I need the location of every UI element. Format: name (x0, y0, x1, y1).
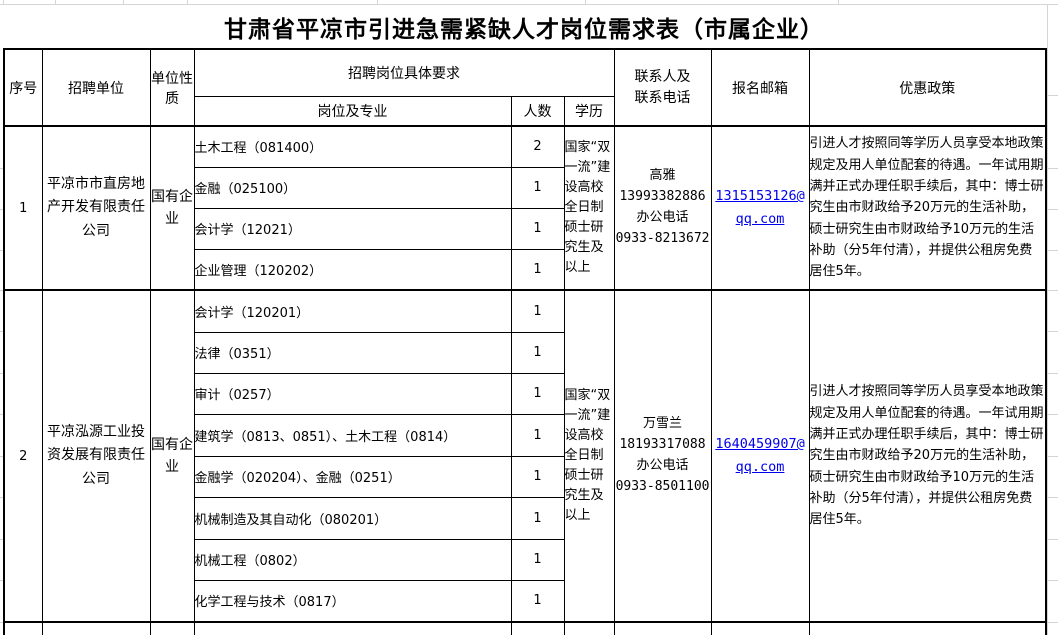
header-contact[interactable]: 联系人及 联系电话 (614, 49, 711, 126)
position-cell[interactable]: 金融（025100） (194, 167, 511, 208)
empty-cell[interactable] (564, 622, 614, 635)
position-cell[interactable]: 会计学（120201） (194, 290, 511, 332)
count-cell[interactable]: 1 (511, 373, 564, 414)
position-cell[interactable]: 企业管理（120202） (194, 249, 511, 290)
gridline (3, 0, 4, 4)
seq-cell[interactable]: 1 (4, 126, 42, 290)
gridline (585, 0, 586, 4)
position-cell[interactable]: 机械工程（0802） (194, 539, 511, 580)
employer-cell[interactable]: 平凉市市直房地产开发有限责任公司 (42, 126, 150, 290)
gridline (1046, 580, 1058, 581)
gridline (1046, 539, 1058, 540)
empty-cell[interactable] (150, 622, 194, 635)
unit-type-cell[interactable]: 国有企业 (150, 290, 194, 622)
header-position[interactable]: 岗位及专业 (194, 96, 511, 126)
gridline (1046, 331, 1058, 332)
count-cell[interactable]: 1 (511, 167, 564, 208)
contact-cell[interactable]: 高雅 13993382886 办公电话 0933-8213672 (614, 126, 711, 290)
gridline (123, 0, 124, 4)
table-row: 1 平凉市市直房地产开发有限责任公司 国有企业 土木工程（081400） 2 国… (4, 126, 1046, 167)
contact-cell[interactable]: 万雪兰 18193317088 办公电话 0933-8501100 (614, 290, 711, 622)
count-cell[interactable]: 1 (511, 456, 564, 497)
count-cell[interactable]: 1 (511, 208, 564, 249)
education-cell[interactable]: 国家“双一流”建设高校全日制硕士研究生及以上 (564, 290, 614, 622)
empty-cell[interactable] (809, 622, 1046, 635)
unit-type-cell[interactable]: 国有企业 (150, 126, 194, 290)
position-cell[interactable]: 机械制造及其自动化（080201） (194, 497, 511, 539)
email-cell: 1315153126@qq.com (711, 126, 809, 290)
contact-office-phone: 0933-8213672 (615, 229, 711, 250)
recruitment-table: 序号 招聘单位 单位性质 招聘岗位具体要求 联系人及 联系电话 报名邮箱 优惠政… (3, 48, 1047, 635)
empty-cell[interactable] (4, 622, 42, 635)
empty-cell[interactable] (511, 622, 564, 635)
contact-name: 高雅 (615, 166, 711, 187)
gridline (1046, 414, 1058, 415)
header-email[interactable]: 报名邮箱 (711, 49, 809, 126)
gridline (377, 0, 378, 4)
position-cell[interactable]: 金融学（020204）、金融（0251） (194, 456, 511, 497)
contact-office-label: 办公电话 (615, 208, 711, 229)
table-row-partial (4, 622, 1046, 635)
gridline (55, 0, 56, 4)
gridline (187, 0, 188, 4)
position-cell[interactable]: 法律（0351） (194, 332, 511, 373)
position-cell[interactable]: 建筑学（0813、0851）、土木工程（0814） (194, 414, 511, 456)
count-cell[interactable]: 2 (511, 126, 564, 167)
seq-cell[interactable]: 2 (4, 290, 42, 622)
gridline (1046, 168, 1058, 169)
email-link[interactable]: 1315153126@qq.com (715, 188, 804, 227)
email-link[interactable]: 1640459907@qq.com (715, 436, 804, 475)
empty-cell[interactable] (194, 622, 511, 635)
gridline (838, 0, 839, 4)
count-cell[interactable]: 1 (511, 580, 564, 622)
policy-cell[interactable]: 引进人才按照同等学历人员享受本地政策规定及用人单位配套的待遇。一年试用期满并正式… (809, 290, 1046, 622)
policy-cell[interactable]: 引进人才按照同等学历人员享受本地政策规定及用人单位配套的待遇。一年试用期满并正式… (809, 126, 1046, 290)
header-seq[interactable]: 序号 (4, 49, 42, 126)
empty-cell[interactable] (42, 622, 150, 635)
gridline (1046, 373, 1058, 374)
empty-cell[interactable] (614, 622, 711, 635)
contact-mobile: 18193317088 (615, 435, 711, 456)
position-cell[interactable]: 化学工程与技术（0817） (194, 580, 511, 622)
header-education[interactable]: 学历 (564, 96, 614, 126)
count-cell[interactable]: 1 (511, 497, 564, 539)
position-cell[interactable]: 审计（0257） (194, 373, 511, 414)
contact-office-label: 办公电话 (615, 456, 711, 477)
header-row-1: 序号 招聘单位 单位性质 招聘岗位具体要求 联系人及 联系电话 报名邮箱 优惠政… (4, 49, 1046, 96)
header-count[interactable]: 人数 (511, 96, 564, 126)
email-cell: 1640459907@qq.com (711, 290, 809, 622)
count-cell[interactable]: 1 (511, 332, 564, 373)
count-cell[interactable]: 1 (511, 539, 564, 580)
count-cell[interactable]: 1 (511, 249, 564, 290)
count-cell[interactable]: 1 (511, 290, 564, 332)
gridline (1046, 209, 1058, 210)
table-row: 2 平凉泓源工业投资发展有限责任公司 国有企业 会计学（120201） 1 国家… (4, 290, 1046, 332)
gridline (1046, 290, 1058, 291)
contact-mobile: 13993382886 (615, 187, 711, 208)
gridline (1046, 622, 1058, 623)
header-unit-type[interactable]: 单位性质 (150, 49, 194, 126)
position-cell[interactable]: 土木工程（081400） (194, 126, 511, 167)
gridline (1047, 4, 1048, 635)
empty-cell[interactable] (711, 622, 809, 635)
gridline (1046, 497, 1058, 498)
gridline (1046, 456, 1058, 457)
spreadsheet-viewport: 甘肃省平凉市引进急需紧缺人才岗位需求表（市属企业） 序号 招聘单位 单位性质 招… (0, 0, 1058, 635)
employer-cell[interactable]: 平凉泓源工业投资发展有限责任公司 (42, 290, 150, 622)
count-cell[interactable]: 1 (511, 414, 564, 456)
contact-office-phone: 0933-8501100 (615, 477, 711, 498)
position-cell[interactable]: 会计学（12021） (194, 208, 511, 249)
contact-name: 万雪兰 (615, 414, 711, 435)
gridline (1046, 250, 1058, 251)
header-requirements-group[interactable]: 招聘岗位具体要求 (194, 49, 614, 96)
page-title[interactable]: 甘肃省平凉市引进急需紧缺人才岗位需求表（市属企业） (3, 5, 1045, 48)
header-employer[interactable]: 招聘单位 (42, 49, 150, 126)
header-policy[interactable]: 优惠政策 (809, 49, 1046, 126)
education-cell[interactable]: 国家“双一流”建设高校全日制硕士研究生及以上 (564, 126, 614, 290)
gridline (1046, 95, 1058, 96)
